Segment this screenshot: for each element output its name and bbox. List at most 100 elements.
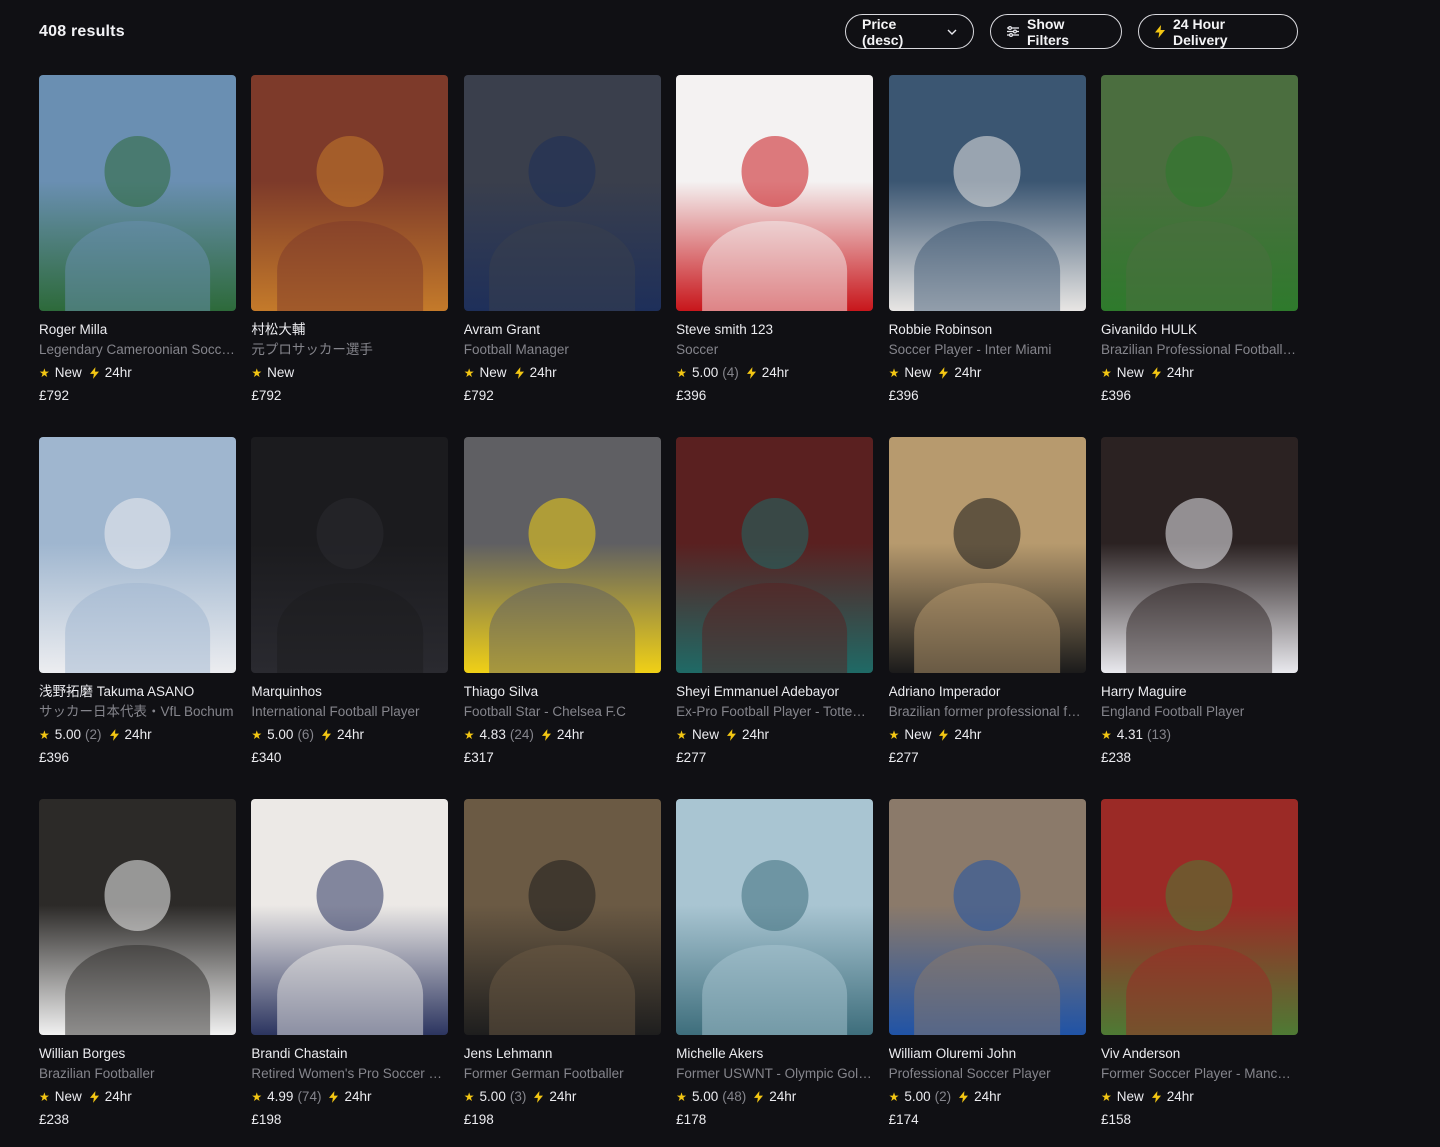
profile-photo[interactable] xyxy=(463,799,661,1035)
photo-subject-body xyxy=(914,221,1060,311)
profile-photo[interactable] xyxy=(888,437,1086,673)
photo-subject-body xyxy=(489,583,636,673)
show-filters-label: Show Filters xyxy=(1027,15,1070,48)
profile-photo[interactable] xyxy=(39,799,236,1035)
talent-card[interactable]: 村松大輔 元プロサッカー選手 ★ New £792 xyxy=(251,75,449,403)
profile-photo[interactable] xyxy=(463,75,661,311)
talent-card[interactable]: Willian Borges Brazilian Footballer ★ Ne… xyxy=(39,799,236,1127)
talent-name[interactable]: 浅野拓磨 Takuma ASANO xyxy=(39,683,236,701)
talent-card[interactable]: Michelle Akers Former USWNT - Olympic Go… xyxy=(676,799,874,1127)
talent-price: £340 xyxy=(251,750,282,765)
profile-photo[interactable] xyxy=(39,75,236,311)
fast-delivery-label: 24hr xyxy=(954,365,982,380)
rating-value: New xyxy=(1116,365,1144,380)
photo-subject-body xyxy=(64,221,211,311)
talent-meta: ★ 5.00 (48) 24hr xyxy=(676,1088,873,1106)
results-count: 408 results xyxy=(39,23,125,40)
talent-name[interactable]: Avram Grant xyxy=(464,321,661,339)
photo-subject-head xyxy=(953,860,1021,932)
photo-subject-head xyxy=(316,860,384,932)
photo-subject-body xyxy=(277,583,423,673)
talent-price: £238 xyxy=(39,1112,70,1127)
show-filters-button[interactable]: Show Filters xyxy=(990,14,1122,49)
profile-photo[interactable] xyxy=(1100,437,1298,673)
talent-card[interactable]: Sheyi Emmanuel Adebayor Ex-Pro Football … xyxy=(676,437,874,765)
talent-name[interactable]: Michelle Akers xyxy=(676,1045,873,1063)
talent-name[interactable]: Steve smith 123 xyxy=(676,321,873,339)
talent-card[interactable]: Brandi Chastain Retired Women's Pro Socc… xyxy=(251,799,449,1127)
star-icon: ★ xyxy=(463,366,475,380)
talent-name[interactable]: Harry Maguire xyxy=(1101,683,1298,701)
star-icon: ★ xyxy=(39,728,50,742)
profile-photo[interactable] xyxy=(676,437,874,673)
fast-delivery-badge: 24hr xyxy=(746,364,789,382)
talent-name[interactable]: Robbie Robinson xyxy=(889,321,1086,339)
talent-card[interactable]: Harry Maguire England Football Player ★ … xyxy=(1100,437,1298,765)
talent-name[interactable]: Willian Borges xyxy=(39,1045,236,1063)
profile-photo[interactable] xyxy=(888,75,1086,311)
profile-photo[interactable] xyxy=(888,799,1086,1035)
profile-photo[interactable] xyxy=(251,799,449,1035)
talent-card[interactable]: William Oluremi John Professional Soccer… xyxy=(888,799,1086,1127)
talent-card[interactable]: Adriano Imperador Brazilian former profe… xyxy=(888,437,1086,765)
talent-card[interactable]: Robbie Robinson Soccer Player - Inter Mi… xyxy=(888,75,1086,403)
lightning-icon xyxy=(329,1091,341,1103)
talent-name[interactable]: 村松大輔 xyxy=(251,321,448,339)
photo-subject-head xyxy=(953,498,1021,570)
talent-name[interactable]: Givanildo HULK xyxy=(1101,321,1298,339)
fast-delivery-label: 24hr xyxy=(336,727,364,742)
talent-price: £238 xyxy=(1100,750,1131,765)
talent-price: £277 xyxy=(888,750,919,765)
profile-photo[interactable] xyxy=(676,75,874,311)
talent-card[interactable]: Roger Milla Legendary Cameroonian Soccer… xyxy=(39,75,236,403)
rating-value: 4.31 xyxy=(1116,727,1143,742)
talent-meta: ★ New xyxy=(251,364,448,382)
talent-name[interactable]: Viv Anderson xyxy=(1101,1045,1298,1063)
fast-delivery-badge: 24hr xyxy=(754,1088,796,1106)
talent-name[interactable]: Brandi Chastain xyxy=(251,1045,448,1063)
photo-subject-head xyxy=(1165,860,1233,932)
profile-photo[interactable] xyxy=(1100,75,1298,311)
talent-subtitle: Retired Women's Pro Soccer Player xyxy=(251,1066,449,1081)
talent-card[interactable]: Viv Anderson Former Soccer Player - Manc… xyxy=(1100,799,1298,1127)
talent-name[interactable]: William Oluremi John xyxy=(889,1045,1086,1063)
talent-name[interactable]: Sheyi Emmanuel Adebayor xyxy=(676,683,873,701)
talent-name[interactable]: Thiago Silva xyxy=(464,683,661,701)
talent-card[interactable]: Steve smith 123 Soccer ★ 5.00 (4) 24hr £… xyxy=(676,75,874,403)
profile-photo[interactable] xyxy=(39,437,236,673)
talent-meta: ★ New 24hr xyxy=(676,726,873,744)
talent-price: £174 xyxy=(888,1112,919,1127)
sort-dropdown[interactable]: Price (desc) xyxy=(845,14,974,49)
star-icon: ★ xyxy=(676,728,687,742)
talent-subtitle: Soccer Player - Inter Miami xyxy=(888,342,1052,357)
talent-name[interactable]: Jens Lehmann xyxy=(464,1045,661,1063)
talent-subtitle: Former Soccer Player - Manchester United xyxy=(1100,1066,1298,1081)
toolbar-controls: Price (desc) Show Filters 24 Hour Delive… xyxy=(845,14,1298,49)
talent-meta: ★ New 24hr xyxy=(39,1088,236,1106)
photo-subject-body xyxy=(277,945,423,1035)
photo-subject-head xyxy=(1165,498,1233,570)
talent-card[interactable]: Marquinhos International Football Player… xyxy=(251,437,449,765)
lightning-icon xyxy=(746,367,759,379)
talent-name[interactable]: Adriano Imperador xyxy=(889,683,1086,701)
delivery-24h-label: 24 Hour Delivery xyxy=(1173,15,1228,48)
lightning-icon xyxy=(321,729,334,741)
talent-meta: ★ New 24hr xyxy=(464,364,661,382)
profile-photo[interactable] xyxy=(251,437,449,673)
profile-photo[interactable] xyxy=(463,437,661,673)
talent-card[interactable]: Jens Lehmann Former German Footballer ★ … xyxy=(463,799,661,1127)
talent-subtitle: サッカー日本代表・VfL Bochum xyxy=(39,704,234,719)
profile-photo[interactable] xyxy=(251,75,449,311)
photo-subject-head xyxy=(528,860,596,932)
talent-card[interactable]: Avram Grant Football Manager ★ New 24hr … xyxy=(463,75,661,403)
talent-price: £396 xyxy=(1100,388,1131,403)
talent-name[interactable]: Roger Milla xyxy=(39,321,236,339)
talent-card[interactable]: 浅野拓磨 Takuma ASANO サッカー日本代表・VfL Bochum ★ … xyxy=(39,437,236,765)
talent-card[interactable]: Givanildo HULK Brazilian Professional Fo… xyxy=(1100,75,1298,403)
profile-photo[interactable] xyxy=(1100,799,1298,1035)
profile-photo[interactable] xyxy=(676,799,874,1035)
talent-card[interactable]: Thiago Silva Football Star - Chelsea F.C… xyxy=(463,437,661,765)
talent-name[interactable]: Marquinhos xyxy=(251,683,448,701)
review-count: (48) xyxy=(722,1089,747,1104)
delivery-24h-button[interactable]: 24 Hour Delivery xyxy=(1138,14,1298,49)
